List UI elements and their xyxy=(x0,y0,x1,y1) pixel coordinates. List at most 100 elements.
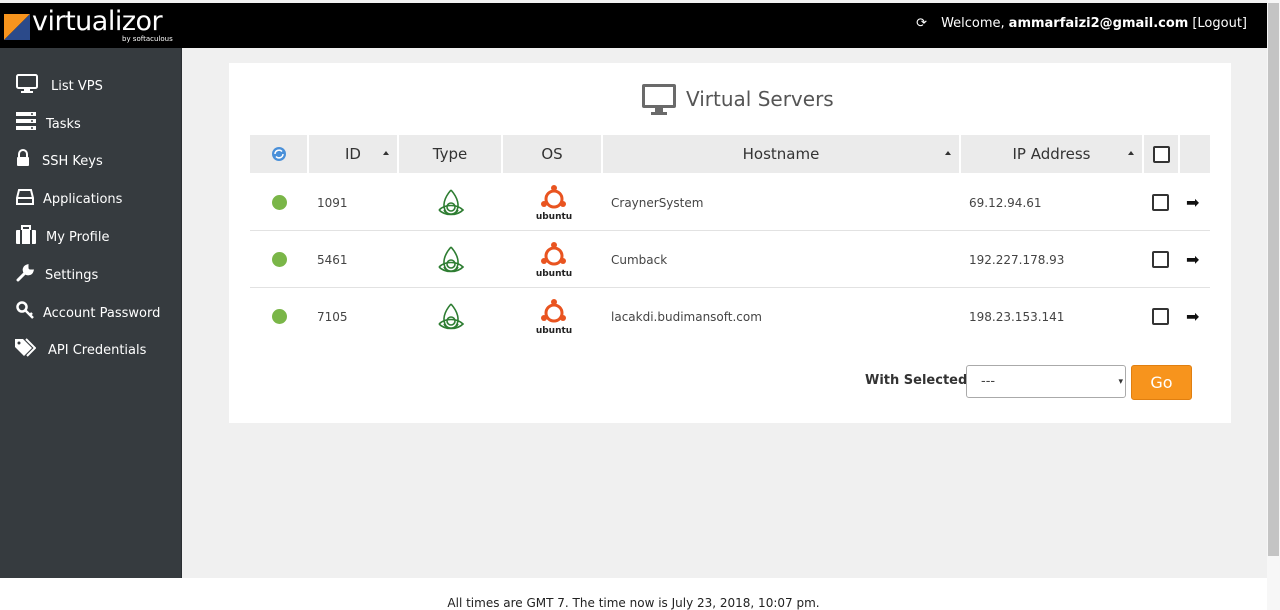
select-all-header xyxy=(1144,135,1180,173)
sidebar-item-my-profile[interactable]: My Profile xyxy=(0,219,182,255)
logout-link[interactable]: [Logout] xyxy=(1192,16,1247,31)
select-value: --- xyxy=(981,374,996,389)
sidebar-item-label: My Profile xyxy=(46,229,110,245)
page-title: Virtual Servers xyxy=(641,82,834,116)
sidebar-item-applications[interactable]: Applications xyxy=(0,181,182,217)
vps-id: 7105 xyxy=(317,309,348,324)
sidebar-item-label: API Credentials xyxy=(48,342,147,358)
manage-arrow-icon[interactable]: ➡ xyxy=(1186,174,1199,231)
virtual-servers-panel: Virtual Servers ID Type OS Hostname IP A… xyxy=(229,63,1231,423)
sidebar: List VPS Tasks SSH Keys Applications My … xyxy=(0,48,182,578)
checkbox-cell xyxy=(1152,174,1169,231)
ubuntu-logo-icon: ubuntu xyxy=(536,184,572,222)
sidebar-item-label: Applications xyxy=(43,191,123,207)
lock-icon xyxy=(17,149,29,166)
column-label: OS xyxy=(541,145,563,163)
chevron-down-icon: ▾ xyxy=(1118,377,1123,387)
sidebar-item-label: Account Password xyxy=(43,305,161,321)
openvz-icon xyxy=(438,188,465,215)
os-cell: ubuntu xyxy=(535,174,573,231)
bulk-action-select[interactable]: --- ▾ xyxy=(966,365,1126,398)
ip-cell: 198.23.153.141 xyxy=(969,309,1065,324)
id-column-header[interactable]: ID xyxy=(309,135,399,173)
refresh-icon[interactable]: ⟳ xyxy=(916,16,927,31)
status-cell xyxy=(272,231,287,288)
svg-text:ubuntu: ubuntu xyxy=(536,269,572,279)
welcome-area: ⟳ Welcome, ammarfaizi2@gmail.com [Logout… xyxy=(916,16,1247,31)
hostname-cell[interactable]: lacakdi.budimansoft.com xyxy=(611,288,762,345)
checkbox-cell xyxy=(1152,288,1169,345)
table-row: 7105 ubuntu lacakdi.budimansoft.com 198.… xyxy=(250,288,1210,345)
manage-arrow-icon[interactable]: ➡ xyxy=(1186,288,1199,345)
briefcase-icon xyxy=(16,225,36,244)
sidebar-item-label: SSH Keys xyxy=(42,153,103,169)
os-cell: ubuntu xyxy=(535,231,573,288)
type-cell xyxy=(436,288,466,345)
user-email: ammarfaizi2@gmail.com xyxy=(1008,16,1189,31)
svg-text:ubuntu: ubuntu xyxy=(536,326,572,336)
welcome-label: Welcome, xyxy=(941,16,1005,31)
checkbox-cell xyxy=(1152,231,1169,288)
ip-column-header[interactable]: IP Address xyxy=(961,135,1144,173)
scrollbar-thumb[interactable] xyxy=(1268,3,1279,556)
hostname-cell[interactable]: Cumback xyxy=(611,231,667,288)
status-cell xyxy=(272,288,287,345)
online-status-icon xyxy=(272,195,287,210)
type-cell xyxy=(436,174,466,231)
hdd-icon xyxy=(16,189,34,205)
vps-id: 5461 xyxy=(317,252,348,267)
hostname-column-header[interactable]: Hostname xyxy=(603,135,961,173)
tags-icon xyxy=(15,338,36,357)
row-checkbox[interactable] xyxy=(1152,251,1169,268)
top-header: virtualizor by softaculous ⟳ Welcome, am… xyxy=(0,3,1267,48)
table-row: 1091 ubuntu CraynerSystem 69.12.94.61 ➡ xyxy=(250,174,1210,231)
type-column-header: Type xyxy=(399,135,503,173)
action-column-header xyxy=(1180,135,1210,173)
status-cell xyxy=(272,174,287,231)
refresh-status-icon[interactable] xyxy=(271,146,287,162)
manage-arrow-icon[interactable]: ➡ xyxy=(1186,231,1199,288)
with-selected-label: With Selected: xyxy=(865,373,973,388)
sidebar-item-tasks[interactable]: Tasks xyxy=(0,106,182,142)
wrench-icon xyxy=(16,263,35,282)
os-column-header: OS xyxy=(503,135,603,173)
sort-asc-icon[interactable] xyxy=(1128,151,1134,155)
column-label: Type xyxy=(432,145,468,163)
sidebar-item-account-password[interactable]: Account Password xyxy=(0,295,182,331)
row-checkbox[interactable] xyxy=(1152,194,1169,211)
os-cell: ubuntu xyxy=(535,288,573,345)
type-cell xyxy=(436,231,466,288)
online-status-icon xyxy=(272,309,287,324)
online-status-icon xyxy=(272,252,287,267)
page-title-text: Virtual Servers xyxy=(686,87,834,111)
table-row: 5461 ubuntu Cumback 192.227.178.93 ➡ xyxy=(250,231,1210,288)
monitor-icon xyxy=(16,74,38,93)
select-all-checkbox[interactable] xyxy=(1152,145,1170,163)
status-column-header[interactable] xyxy=(250,135,309,173)
tasks-icon xyxy=(16,112,36,130)
sidebar-item-settings[interactable]: Settings xyxy=(0,257,182,293)
footer-text: All times are GMT 7. The time now is Jul… xyxy=(447,596,820,610)
sidebar-item-label: List VPS xyxy=(51,78,103,94)
sidebar-item-ssh-keys[interactable]: SSH Keys xyxy=(0,143,182,179)
sidebar-item-list-vps[interactable]: List VPS xyxy=(0,68,182,104)
go-button[interactable]: Go xyxy=(1131,365,1192,400)
ubuntu-logo-icon: ubuntu xyxy=(536,298,572,336)
hostname-cell[interactable]: CraynerSystem xyxy=(611,174,703,231)
row-checkbox[interactable] xyxy=(1152,308,1169,325)
sort-asc-icon[interactable] xyxy=(383,151,389,155)
column-label: Hostname xyxy=(742,145,820,163)
logo-text: virtualizor xyxy=(32,6,163,37)
openvz-icon xyxy=(438,245,465,272)
sidebar-item-api-credentials[interactable]: API Credentials xyxy=(0,332,182,368)
monitor-icon xyxy=(642,83,676,115)
ubuntu-logo-icon: ubuntu xyxy=(536,241,572,279)
openvz-icon xyxy=(438,302,465,329)
sidebar-item-label: Settings xyxy=(45,267,99,283)
svg-text:ubuntu: ubuntu xyxy=(536,212,572,222)
key-icon xyxy=(16,301,34,319)
sidebar-item-label: Tasks xyxy=(46,116,81,132)
logo-mark-icon xyxy=(4,14,30,40)
logo-subtext: by softaculous xyxy=(122,35,173,43)
sort-asc-icon[interactable] xyxy=(945,151,951,155)
